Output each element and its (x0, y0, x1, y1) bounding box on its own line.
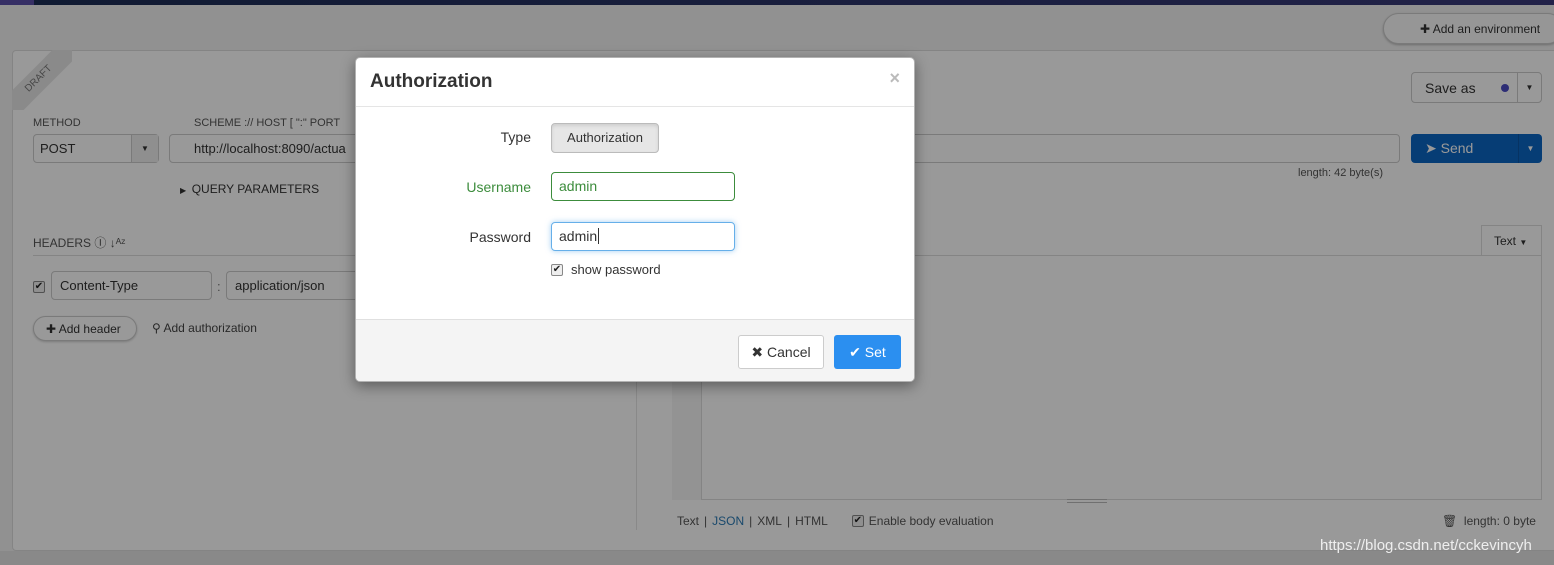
dialog-header: Authorization × (356, 58, 914, 107)
watermark: https://blog.csdn.net/cckevincyh (1320, 537, 1532, 554)
authorization-type-button[interactable]: Authorization (551, 123, 659, 153)
set-button[interactable]: ✔ Set (834, 335, 901, 369)
show-password-option[interactable]: ✔ show password (551, 262, 661, 277)
check-icon: ✔ (849, 344, 865, 360)
password-input[interactable]: admin (551, 222, 735, 251)
authorization-dialog: Authorization × Type Authorization Usern… (355, 57, 915, 382)
username-input[interactable]: admin (551, 172, 735, 201)
show-password-checkbox[interactable]: ✔ (551, 263, 563, 276)
x-icon: ✖ (751, 344, 768, 360)
username-label: Username (466, 179, 531, 195)
type-label: Type (500, 129, 531, 145)
password-label: Password (469, 229, 531, 245)
close-icon[interactable]: × (889, 68, 900, 89)
dialog-title: Authorization (370, 71, 493, 92)
cancel-button[interactable]: ✖ Cancel (738, 335, 824, 369)
text-cursor (598, 228, 600, 244)
dialog-footer: ✖ Cancel ✔ Set (356, 319, 914, 381)
